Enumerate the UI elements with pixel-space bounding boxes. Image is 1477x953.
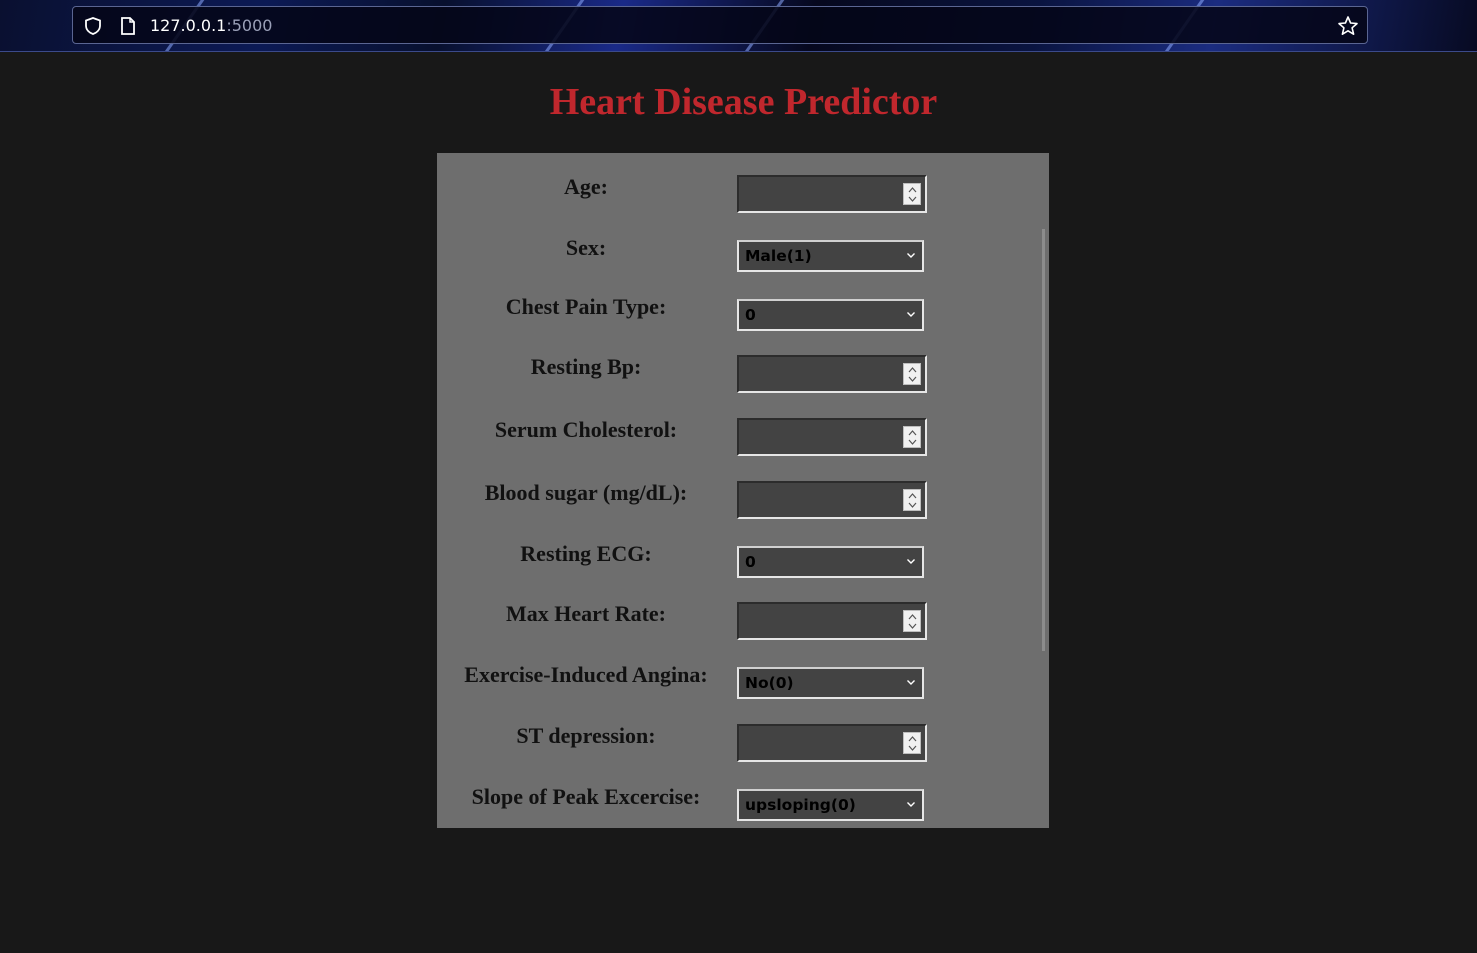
- chest-pain-label: Chest Pain Type:: [505, 294, 667, 319]
- page-icon: [121, 17, 135, 35]
- sex-selected-value: Male(1): [745, 247, 812, 265]
- page-title: Heart Disease Predictor: [549, 81, 938, 123]
- spin-up-icon[interactable]: [908, 736, 917, 742]
- blood-sugar-label: Blood sugar (mg/dL):: [484, 480, 688, 505]
- slope-label: Slope of Peak Excercise:: [471, 784, 701, 809]
- spin-up-icon[interactable]: [908, 367, 917, 373]
- max-heart-rate-label: Max Heart Rate:: [505, 601, 667, 626]
- st-depression-label: ST depression:: [516, 723, 656, 748]
- max-heart-rate-spinner[interactable]: [903, 610, 921, 632]
- angina-select[interactable]: No(0): [737, 667, 924, 699]
- resting-ecg-label: Resting ECG:: [520, 541, 652, 566]
- url-text[interactable]: 127.0.0.1:5000: [150, 16, 272, 35]
- cholesterol-input[interactable]: [737, 418, 927, 456]
- age-spinner[interactable]: [903, 183, 921, 205]
- spin-down-icon[interactable]: [908, 439, 917, 445]
- spin-down-icon[interactable]: [908, 623, 917, 629]
- address-bar[interactable]: 127.0.0.1:5000: [72, 6, 1368, 44]
- spin-up-icon[interactable]: [908, 187, 917, 193]
- resting-bp-label: Resting Bp:: [530, 354, 642, 379]
- blood-sugar-input[interactable]: [737, 481, 927, 519]
- url-port: :5000: [226, 16, 273, 35]
- blood-sugar-spinner[interactable]: [903, 489, 921, 511]
- shield-icon[interactable]: [83, 16, 103, 36]
- spin-up-icon[interactable]: [908, 430, 917, 436]
- spin-down-icon[interactable]: [908, 376, 917, 382]
- resting-ecg-selected-value: 0: [745, 553, 756, 571]
- st-depression-input[interactable]: [737, 724, 927, 762]
- resting-ecg-select[interactable]: 0: [737, 546, 924, 578]
- max-heart-rate-input[interactable]: [737, 602, 927, 640]
- chevron-down-icon: [907, 802, 915, 807]
- age-label: Age:: [564, 174, 608, 199]
- st-depression-spinner[interactable]: [903, 732, 921, 754]
- sex-select[interactable]: Male(1): [737, 240, 924, 272]
- chevron-down-icon: [907, 680, 915, 685]
- spin-down-icon[interactable]: [908, 745, 917, 751]
- bookmark-star-icon[interactable]: [1337, 15, 1359, 37]
- url-host: 127.0.0.1: [150, 16, 227, 35]
- chest-pain-selected-value: 0: [745, 306, 756, 324]
- spin-up-icon[interactable]: [908, 493, 917, 499]
- sex-label: Sex:: [565, 235, 607, 260]
- spin-down-icon[interactable]: [908, 502, 917, 508]
- spin-down-icon[interactable]: [908, 196, 917, 202]
- resting-bp-spinner[interactable]: [903, 363, 921, 385]
- angina-selected-value: No(0): [745, 674, 794, 692]
- chevron-down-icon: [907, 312, 915, 317]
- cholesterol-label: Serum Cholesterol:: [494, 417, 678, 442]
- browser-toolbar: 127.0.0.1:5000: [0, 0, 1477, 52]
- scrollbar[interactable]: [1042, 229, 1045, 651]
- age-input[interactable]: [737, 175, 927, 213]
- chevron-down-icon: [907, 559, 915, 564]
- slope-selected-value: upsloping(0): [745, 796, 856, 814]
- resting-bp-input[interactable]: [737, 355, 927, 393]
- angina-label: Exercise-Induced Angina:: [464, 662, 708, 687]
- spin-up-icon[interactable]: [908, 614, 917, 620]
- chest-pain-select[interactable]: 0: [737, 299, 924, 331]
- cholesterol-spinner[interactable]: [903, 426, 921, 448]
- slope-select[interactable]: upsloping(0): [737, 789, 924, 821]
- chevron-down-icon: [907, 253, 915, 258]
